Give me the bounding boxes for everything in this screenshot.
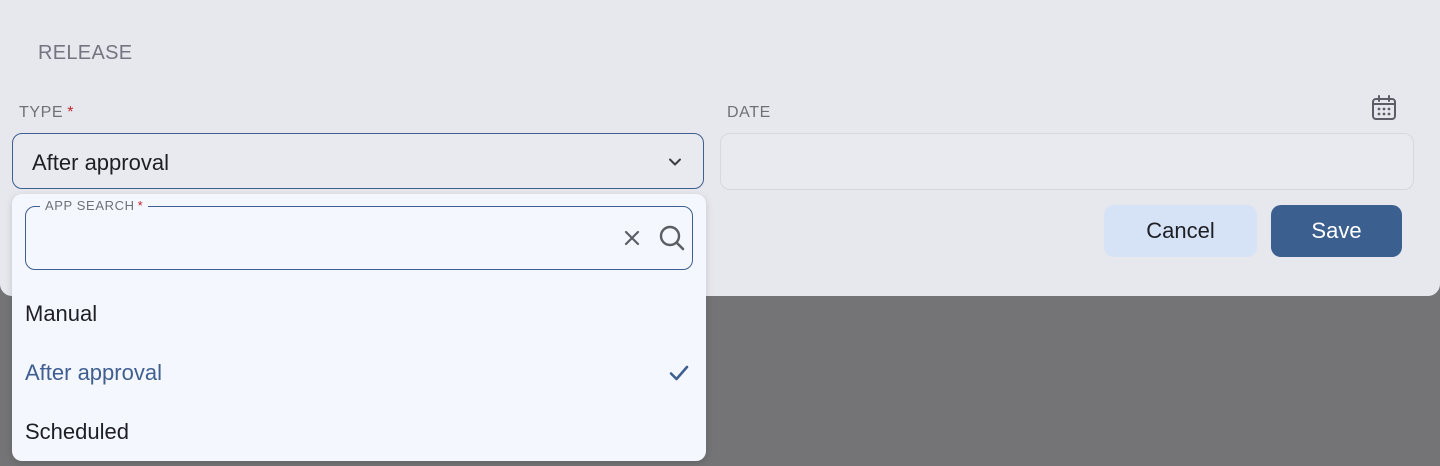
type-select-value: After approval — [32, 150, 169, 175]
option-after-approval[interactable]: After approval — [25, 360, 162, 386]
date-input[interactable] — [720, 133, 1414, 190]
search-icon[interactable] — [658, 224, 686, 252]
save-button[interactable]: Save — [1271, 205, 1402, 257]
calendar-icon[interactable] — [1370, 94, 1398, 122]
chevron-down-icon — [669, 158, 681, 166]
check-icon — [669, 365, 689, 381]
cancel-button[interactable]: Cancel — [1104, 205, 1257, 257]
required-marker: * — [137, 198, 144, 213]
app-search-label-text: APP SEARCH — [45, 198, 135, 213]
app-search-label: APP SEARCH * — [40, 198, 149, 213]
option-manual[interactable]: Manual — [25, 301, 97, 327]
type-dropdown-menu: APP SEARCH * Manual After approval Schedu… — [12, 194, 706, 461]
type-label-text: TYPE — [19, 104, 64, 121]
app-search-input[interactable]: APP SEARCH * — [25, 198, 693, 270]
section-title: RELEASE — [38, 42, 133, 64]
date-label: DATE — [727, 104, 771, 121]
option-scheduled[interactable]: Scheduled — [25, 419, 129, 445]
type-label: TYPE * — [19, 104, 74, 122]
type-select[interactable]: After approval — [12, 133, 704, 189]
required-marker: * — [67, 104, 75, 121]
close-icon[interactable] — [622, 228, 642, 248]
